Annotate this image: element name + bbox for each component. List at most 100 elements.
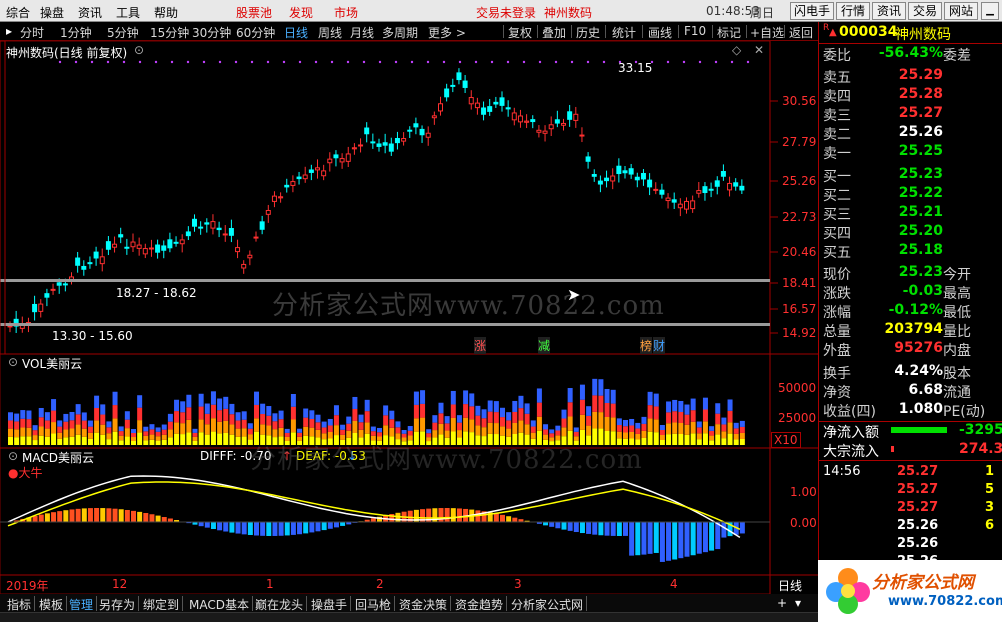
toolbar-overlay[interactable]: 叠加: [542, 24, 566, 41]
volume-bar: [623, 432, 628, 439]
tab-fund-trend[interactable]: 资金趋势: [452, 596, 508, 612]
tab-horse-gun[interactable]: 回马枪: [352, 596, 396, 612]
play-icon[interactable]: ▸: [6, 24, 12, 38]
flash-trade-button[interactable]: 闪电手: [790, 2, 834, 20]
volume-bar: [100, 434, 106, 445]
tab-template[interactable]: 模板: [36, 596, 68, 612]
macd-bar: [112, 508, 118, 522]
indicator-tabs: 指标 模板 管理 另存为 绑定到 MACD基本 巅在龙头 操盘手 回马枪 资金决…: [0, 594, 818, 622]
volume-bar: [604, 416, 610, 431]
toolbar-draw[interactable]: 画线: [648, 24, 672, 41]
time-label-2019: 2019年: [6, 579, 49, 593]
quote-row-label-2: 股本: [943, 366, 971, 382]
tab-period-monthly[interactable]: 月线: [350, 24, 374, 41]
volume-bar: [112, 431, 118, 445]
macd-bar: [38, 514, 44, 522]
menu-item-caopan[interactable]: 操盘: [40, 4, 64, 21]
volume-bar: [155, 431, 161, 437]
tab-period-more[interactable]: 更多 >: [428, 24, 466, 41]
volume-bar: [407, 430, 413, 436]
tab-period-60min[interactable]: 60分钟: [236, 24, 275, 41]
tab-period-daily[interactable]: 日线: [284, 24, 308, 41]
macd-bar: [629, 522, 635, 556]
minimize-icon[interactable]: ▁: [981, 2, 999, 20]
volume-bar: [444, 416, 450, 424]
toolbar-mark[interactable]: 标记: [717, 24, 741, 41]
tab-dragon-head[interactable]: 巅在龙头: [252, 596, 308, 612]
tab-period-multi[interactable]: 多周期: [382, 24, 418, 41]
tab-period-30min[interactable]: 30分钟: [192, 24, 231, 41]
tab-period-15min[interactable]: 15分钟: [150, 24, 189, 41]
tab-period-5min[interactable]: 5分钟: [107, 24, 139, 41]
quote-row-value: 25.23: [898, 166, 943, 182]
tab-fund-decision[interactable]: 资金决策: [396, 596, 452, 612]
volume-bar: [690, 398, 696, 411]
volume-bar: [81, 436, 87, 445]
signal-jian[interactable]: 减: [538, 337, 551, 354]
volume-bar: [456, 430, 462, 438]
volume-bar: [167, 437, 173, 445]
signal-bang[interactable]: 榜: [640, 337, 653, 354]
signal-cai[interactable]: 财: [653, 337, 666, 354]
tab-period-fenshi[interactable]: 分时: [20, 24, 44, 41]
volume-bar: [666, 412, 672, 424]
volume-bar: [131, 429, 136, 434]
chart-options-icon[interactable]: ⊙: [134, 43, 144, 57]
menu-item-discover[interactable]: 发现: [289, 4, 313, 21]
chart-area[interactable]: 神州数码(日线 前复权) ⊙ ◇ ✕ 33.15 18.27 - 18.62 1…: [0, 40, 818, 595]
volume-bar: [413, 404, 419, 419]
logo-title: 分析家公式网: [872, 573, 974, 593]
toolbar-f10[interactable]: F10: [684, 24, 706, 38]
tab-scroll-icon[interactable]: ▾: [792, 596, 804, 611]
candle: [339, 158, 345, 163]
quote-row-label: 买四: [823, 226, 851, 242]
menu-item-zonghe[interactable]: 综合: [6, 4, 30, 21]
macd-bar: [223, 522, 229, 532]
menu-item-market[interactable]: 市场: [334, 4, 358, 21]
tab-bind-to[interactable]: 绑定到: [140, 596, 184, 612]
tab-period-weekly[interactable]: 周线: [318, 24, 342, 41]
toolbar-history[interactable]: 历史: [576, 24, 600, 41]
tab-save-as[interactable]: 另存为: [96, 596, 140, 612]
menu-item-zixun[interactable]: 资讯: [78, 4, 102, 21]
toolbar-statistics[interactable]: 统计: [612, 24, 636, 41]
vol-options-icon[interactable]: ⊙: [8, 355, 18, 369]
toolbar-add-watchlist[interactable]: +自选: [750, 24, 784, 41]
toolbar-back[interactable]: 返回: [789, 24, 813, 41]
volume-bar: [44, 428, 50, 437]
tab-manage[interactable]: 管理: [66, 596, 98, 612]
tab-period-1min[interactable]: 1分钟: [60, 24, 92, 41]
volume-bar: [63, 421, 69, 430]
macd-bar: [124, 509, 130, 522]
quote-row-label: 卖五: [823, 70, 851, 86]
close-icon[interactable]: ✕: [754, 43, 764, 57]
volume-bar: [579, 384, 585, 400]
toolbar-fuquan[interactable]: 复权: [508, 24, 532, 41]
tab-formula-site[interactable]: 分析家公式网: [508, 596, 588, 612]
candle: [616, 165, 622, 175]
add-tab-icon[interactable]: +: [774, 596, 790, 611]
website-button[interactable]: 网站: [944, 2, 978, 20]
quotes-button[interactable]: 行情: [836, 2, 870, 20]
macd-bar: [500, 514, 505, 522]
tab-macd-basic[interactable]: MACD基本: [186, 596, 253, 612]
horizontal-scrollbar[interactable]: [0, 612, 818, 622]
macd-options-icon[interactable]: ⊙: [8, 449, 18, 463]
menu-item-bangzhu[interactable]: 帮助: [154, 4, 178, 21]
candle: [296, 176, 302, 180]
signal-zhang[interactable]: 涨: [474, 337, 487, 354]
news-button[interactable]: 资讯: [872, 2, 906, 20]
menu-item-gongju[interactable]: 工具: [116, 4, 140, 21]
quote-row-label: 卖二: [823, 127, 851, 143]
volume-bar: [309, 427, 315, 437]
tick-price: 25.27: [897, 482, 939, 497]
candle: [517, 115, 523, 123]
menu-item-stock-pool[interactable]: 股票池: [236, 4, 272, 21]
tab-indicator[interactable]: 指标: [4, 596, 36, 612]
volume-bar: [450, 390, 456, 405]
diamond-icon[interactable]: ◇: [732, 43, 741, 57]
trade-button[interactable]: 交易: [908, 2, 942, 20]
volume-bar: [395, 421, 401, 428]
tab-trader[interactable]: 操盘手: [308, 596, 352, 612]
volume-bar: [118, 440, 124, 445]
